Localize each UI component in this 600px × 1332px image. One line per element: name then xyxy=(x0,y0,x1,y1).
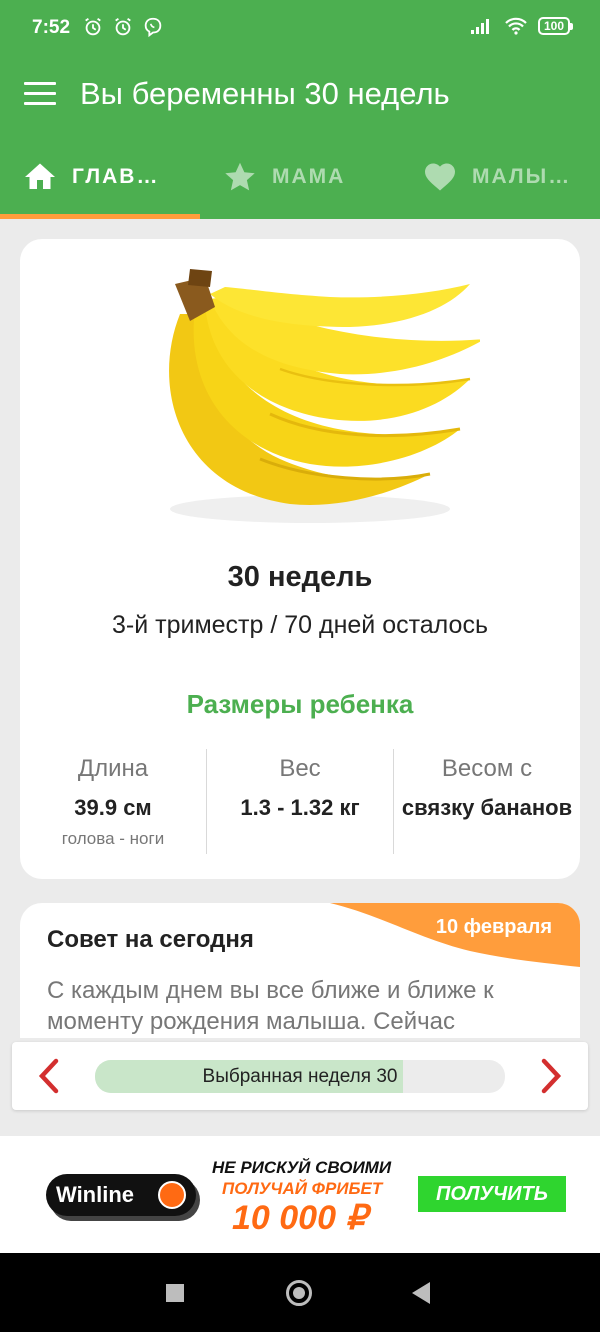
battery-icon: 100 xyxy=(537,17,574,35)
menu-icon[interactable] xyxy=(24,82,56,108)
wifi-icon xyxy=(505,17,527,35)
signal-icon xyxy=(470,19,489,34)
metric-label: Вес xyxy=(279,755,321,782)
tip-text: С каждым днем вы все ближе и ближе к мом… xyxy=(47,977,494,1035)
tab-bar: ГЛАВ… МАМА МАЛЫ… xyxy=(0,134,600,219)
ad-brand-logo: Winline xyxy=(46,1174,196,1216)
system-nav-bar xyxy=(0,1253,600,1332)
home-icon xyxy=(25,163,55,189)
metric-note: голова - ноги xyxy=(61,829,165,848)
app-bar: Вы беременны 30 недель xyxy=(0,58,600,134)
ad-cta-button[interactable]: ПОЛУЧИТЬ xyxy=(418,1176,566,1212)
status-notification-icons xyxy=(82,16,164,38)
metric-label: Длина xyxy=(77,755,149,782)
tip-title: Совет на сегодня xyxy=(47,926,254,953)
chevron-left-icon[interactable] xyxy=(34,1058,64,1094)
ad-brand-name: Winline xyxy=(56,1182,135,1207)
metric-value: связку бананов xyxy=(401,795,573,820)
status-system-icons: 100 xyxy=(470,17,574,35)
alarm-icon xyxy=(115,17,131,36)
selected-week-label: Выбранная неделя 30 xyxy=(202,1066,398,1087)
recents-button[interactable] xyxy=(166,1284,184,1302)
metric-comparison: Весом с связку бананов xyxy=(393,749,580,854)
tab-main[interactable]: ГЛАВ… xyxy=(0,134,200,219)
baby-metrics: Длина 39.9 см голова - ноги Вес 1.3 - 1.… xyxy=(20,749,580,854)
week-title: 30 недель xyxy=(227,561,373,593)
tab-label: МАМА xyxy=(272,164,346,188)
metric-label: Весом с xyxy=(441,755,533,782)
trimester-subtitle: 3-й триместр / 70 дней осталось xyxy=(112,611,488,639)
week-navigator: Выбранная неделя 30 xyxy=(12,1042,588,1110)
metric-value: 1.3 - 1.32 кг xyxy=(240,795,360,820)
viber-icon xyxy=(144,17,162,38)
status-time: 7:52 xyxy=(32,17,71,38)
status-bar: 7:52 100 xyxy=(0,0,600,58)
week-progress-bar: Выбранная неделя 30 xyxy=(95,1060,505,1093)
home-button[interactable] xyxy=(286,1280,312,1306)
tab-label: МАЛЫ… xyxy=(472,164,572,188)
ad-subheadline: ПОЛУЧАЙ ФРИБЕТ xyxy=(222,1179,383,1198)
tab-baby[interactable]: МАЛЫ… xyxy=(400,134,600,219)
star-icon xyxy=(225,162,255,190)
tip-date: 10 февраля xyxy=(435,916,552,938)
page-title: Вы беременны 30 недель xyxy=(80,76,450,111)
metric-value: 39.9 см xyxy=(74,795,152,820)
week-card: 30 недель 3-й триместр / 70 дней осталос… xyxy=(20,239,580,879)
baby-sizes-title: Размеры ребенка xyxy=(186,689,414,719)
ad-banner[interactable]: Winline НЕ РИСКУЙ СВОИМИ ПОЛУЧАЙ ФРИБЕТ … xyxy=(0,1136,600,1253)
ad-headline: НЕ РИСКУЙ СВОИМИ xyxy=(212,1158,392,1177)
back-button[interactable] xyxy=(412,1282,430,1304)
metric-length: Длина 39.9 см голова - ноги xyxy=(20,749,206,854)
daily-tip-card: 10 февраля Совет на сегодня С каждым дне… xyxy=(20,903,580,1038)
ad-amount: 10 000 ₽ xyxy=(232,1199,368,1237)
tab-mom[interactable]: МАМА xyxy=(200,134,400,219)
alarm-icon xyxy=(85,17,101,36)
tab-label: ГЛАВ… xyxy=(72,164,160,188)
metric-weight: Вес 1.3 - 1.32 кг xyxy=(206,749,393,854)
banana-image xyxy=(169,269,480,523)
chevron-right-icon[interactable] xyxy=(536,1058,566,1094)
heart-icon xyxy=(425,163,455,190)
